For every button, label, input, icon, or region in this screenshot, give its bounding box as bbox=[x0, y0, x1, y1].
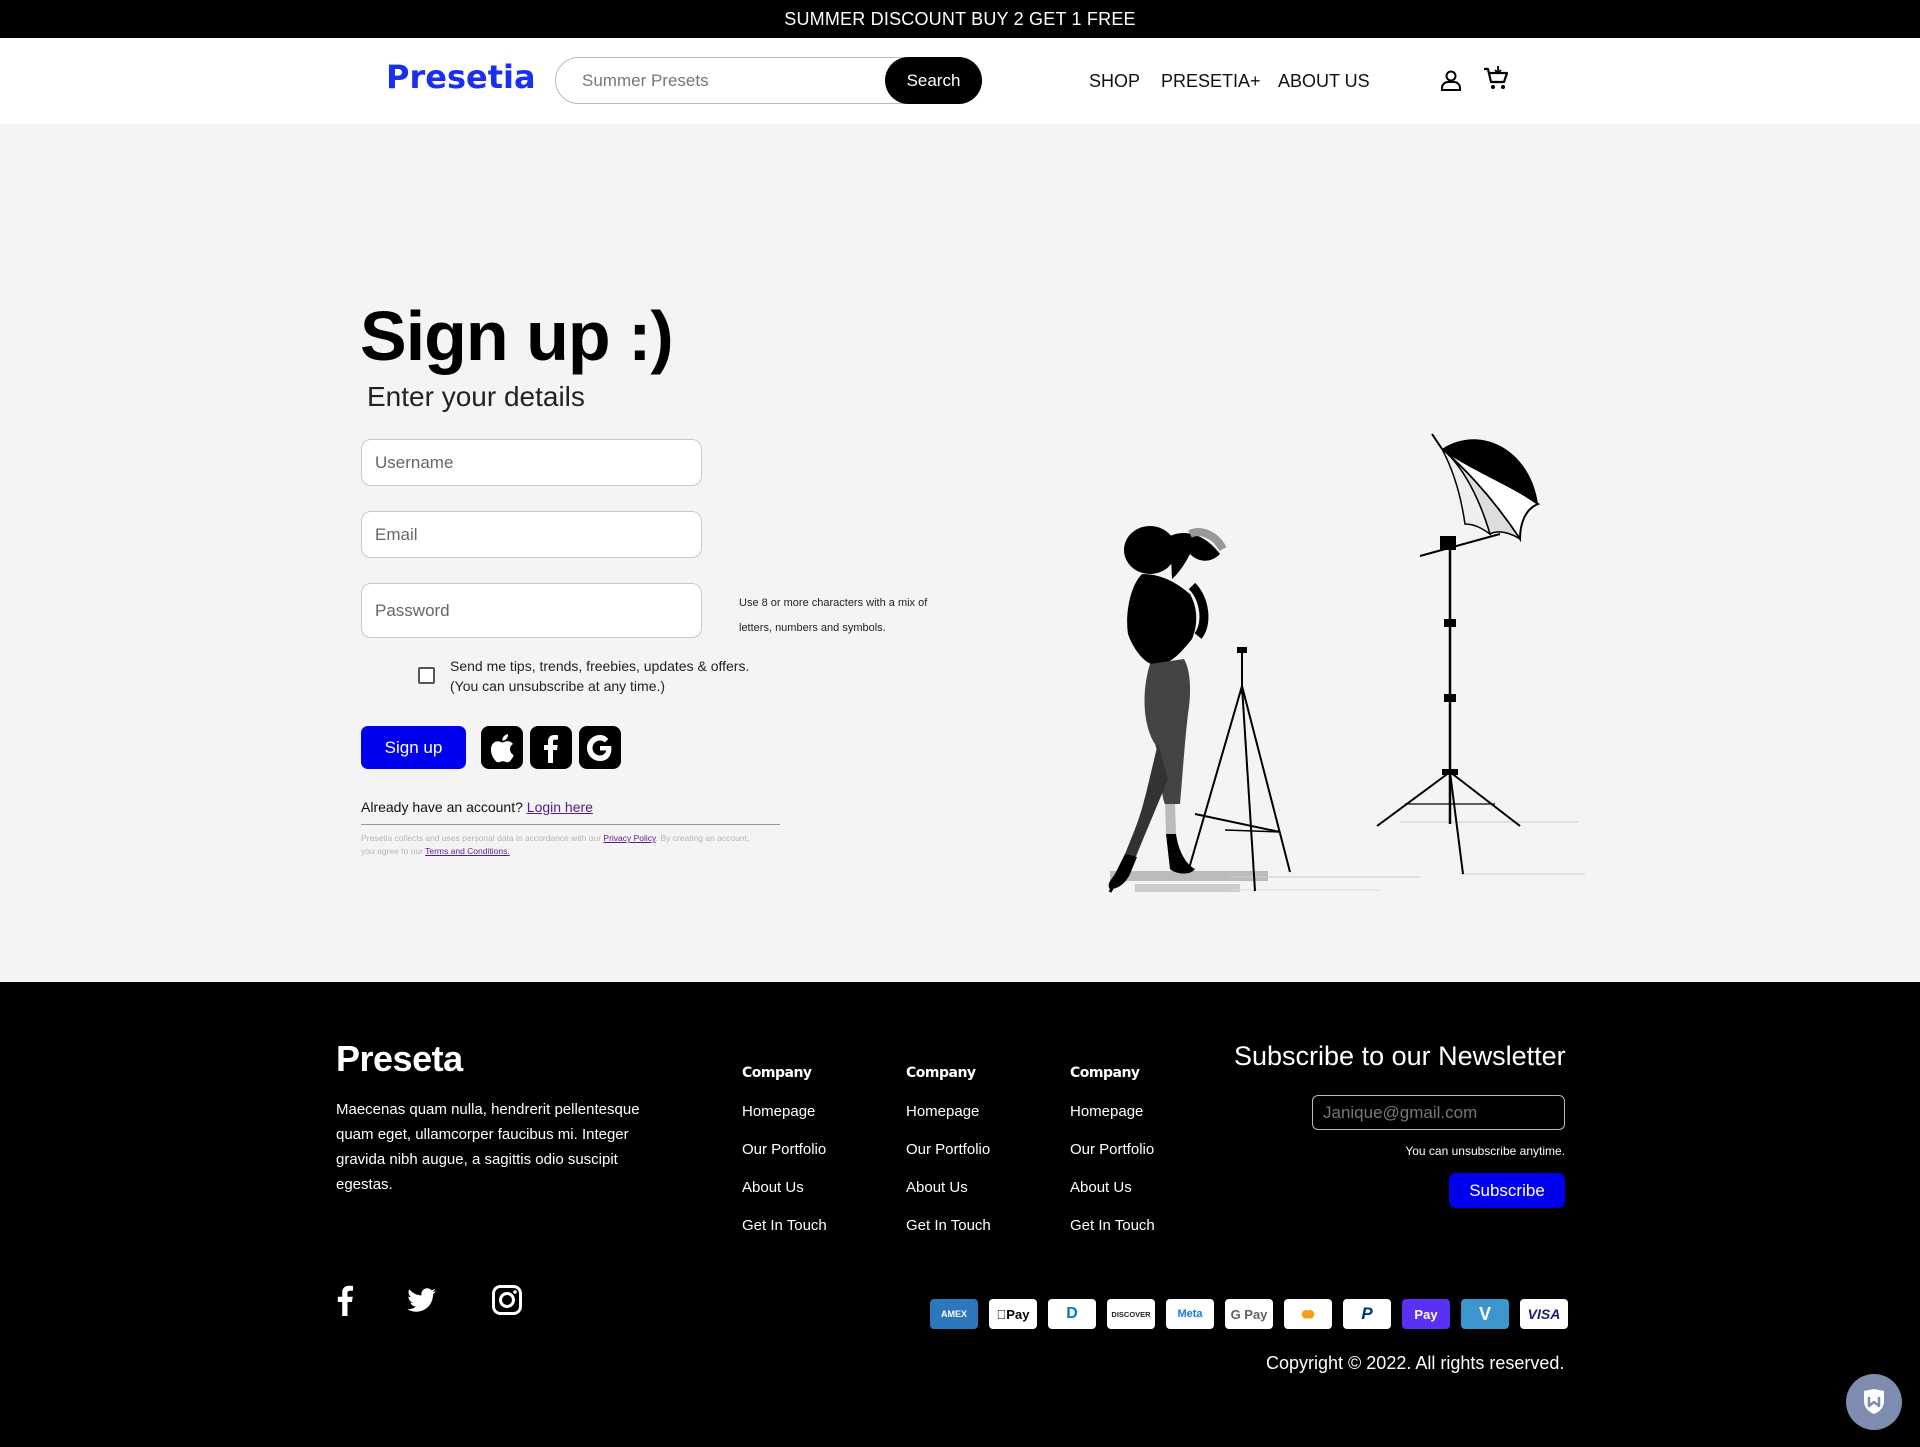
shop-pay-label: Pay bbox=[1414, 1306, 1438, 1322]
instagram-icon[interactable] bbox=[491, 1284, 523, 1316]
promo-banner: SUMMER DISCOUNT BUY 2 GET 1 FREE bbox=[0, 0, 1920, 38]
legal-notice: Presetia collects and uses personal data… bbox=[361, 832, 761, 858]
footer-column-heading: Company bbox=[906, 1065, 976, 1081]
apple-pay-apple-icon:  bbox=[997, 1307, 1007, 1322]
shop-pay-icon: Pay bbox=[1402, 1299, 1450, 1329]
search-bar: Search bbox=[555, 57, 982, 104]
facebook-signin-button[interactable] bbox=[530, 726, 572, 769]
footer-column-heading: Company bbox=[742, 1065, 812, 1081]
footer-column: Company Homepage Our Portfolio About Us … bbox=[1070, 1065, 1155, 1255]
google-pay-icon: G Pay bbox=[1225, 1299, 1273, 1329]
user-icon[interactable] bbox=[1439, 68, 1463, 92]
footer-link-homepage[interactable]: Homepage bbox=[742, 1103, 827, 1120]
diners-club-icon: D bbox=[1048, 1299, 1096, 1329]
newsletter-checkbox-label: Send me tips, trends, freebies, updates … bbox=[450, 656, 780, 696]
password-hint: Use 8 or more characters with a mix of l… bbox=[739, 597, 928, 634]
amex-icon: AMEX bbox=[930, 1299, 978, 1329]
site-footer: Preseta Maecenas quam nulla, hendrerit p… bbox=[0, 982, 1920, 1447]
email-field[interactable] bbox=[361, 511, 702, 558]
footer-link-homepage[interactable]: Homepage bbox=[906, 1103, 991, 1120]
apple-pay-label: Pay bbox=[1001, 1306, 1029, 1322]
shield-icon bbox=[1864, 1389, 1884, 1414]
security-badge[interactable] bbox=[1846, 1374, 1902, 1430]
cart-icon[interactable] bbox=[1482, 64, 1510, 92]
footer-link-portfolio[interactable]: Our Portfolio bbox=[1070, 1141, 1155, 1158]
login-link[interactable]: Login here bbox=[527, 799, 593, 815]
footer-link-about[interactable]: About Us bbox=[1070, 1179, 1155, 1196]
newsletter-note: You can unsubscribe anytime. bbox=[1405, 1144, 1565, 1158]
footer-column-heading: Company bbox=[1070, 1065, 1140, 1081]
footer-link-portfolio[interactable]: Our Portfolio bbox=[906, 1141, 991, 1158]
footer-link-about[interactable]: About Us bbox=[906, 1179, 991, 1196]
payment-methods: AMEX Pay D DISCOVER Meta G Pay ●● P Pay… bbox=[930, 1299, 1568, 1329]
footer-column: Company Homepage Our Portfolio About Us … bbox=[742, 1065, 827, 1255]
newsletter-email-input[interactable] bbox=[1312, 1095, 1565, 1130]
newsletter-checkbox[interactable] bbox=[418, 667, 435, 684]
login-prompt-text: Already have an account? bbox=[361, 799, 523, 815]
search-input[interactable] bbox=[582, 68, 882, 94]
copyright: Copyright © 2022. All rights reserved. bbox=[1266, 1353, 1565, 1373]
visa-icon: VISA bbox=[1520, 1299, 1568, 1329]
footer-description: Maecenas quam nulla, hendrerit pellentes… bbox=[336, 1101, 640, 1193]
signup-button[interactable]: Sign up bbox=[361, 726, 466, 769]
footer-link-portfolio[interactable]: Our Portfolio bbox=[742, 1141, 827, 1158]
nav-presetia-plus[interactable]: PRESETIA+ bbox=[1161, 71, 1261, 92]
apple-icon bbox=[490, 733, 514, 762]
password-field[interactable] bbox=[361, 583, 702, 638]
footer-link-contact[interactable]: Get In Touch bbox=[742, 1217, 827, 1234]
subscribe-button[interactable]: Subscribe bbox=[1449, 1173, 1565, 1208]
google-icon bbox=[587, 734, 612, 761]
meta-pay-icon: Meta bbox=[1166, 1299, 1214, 1329]
site-logo[interactable]: Presetia bbox=[386, 58, 536, 96]
nav-shop[interactable]: SHOP bbox=[1089, 71, 1140, 92]
nav-about-us[interactable]: ABOUT US bbox=[1278, 71, 1370, 92]
legal-text-1: Presetia collects and uses personal data… bbox=[361, 833, 602, 843]
footer-link-homepage[interactable]: Homepage bbox=[1070, 1103, 1155, 1120]
google-signin-button[interactable] bbox=[579, 726, 621, 769]
footer-link-contact[interactable]: Get In Touch bbox=[906, 1217, 991, 1234]
login-prompt: Already have an account? Login here bbox=[361, 799, 593, 815]
footer-link-about[interactable]: About Us bbox=[742, 1179, 827, 1196]
site-header: Presetia Search SHOP PRESETIA+ ABOUT US bbox=[0, 38, 1920, 124]
privacy-policy-link[interactable]: Privacy Policy bbox=[603, 833, 655, 843]
photographer-illustration bbox=[1108, 433, 1585, 893]
venmo-icon: V bbox=[1461, 1299, 1509, 1329]
facebook-icon bbox=[544, 734, 558, 763]
footer-column: Company Homepage Our Portfolio About Us … bbox=[906, 1065, 991, 1255]
checkbox-label-line2: (You can unsubscribe at any time.) bbox=[450, 678, 666, 694]
twitter-icon[interactable] bbox=[407, 1288, 437, 1312]
page-title: Sign up :) bbox=[360, 297, 674, 375]
search-button[interactable]: Search bbox=[885, 57, 982, 104]
divider bbox=[361, 824, 780, 825]
footer-link-contact[interactable]: Get In Touch bbox=[1070, 1217, 1155, 1234]
checkbox-label-line1: Send me tips, trends, freebies, updates … bbox=[450, 658, 750, 674]
paypal-icon: P bbox=[1343, 1299, 1391, 1329]
page-subtitle: Enter your details bbox=[367, 381, 585, 412]
facebook-icon[interactable] bbox=[336, 1284, 354, 1316]
terms-link[interactable]: Terms and Conditions. bbox=[425, 846, 510, 856]
apple-pay-icon: Pay bbox=[989, 1299, 1037, 1329]
signup-section: Sign up :) Enter your details Use 8 or m… bbox=[0, 124, 1920, 982]
mastercard-icon: ●● bbox=[1284, 1299, 1332, 1329]
apple-signin-button[interactable] bbox=[481, 726, 523, 769]
username-field[interactable] bbox=[361, 439, 702, 486]
footer-logo[interactable]: Preseta bbox=[336, 1038, 463, 1080]
discover-icon: DISCOVER bbox=[1107, 1299, 1155, 1329]
newsletter-title: Subscribe to our Newsletter bbox=[1234, 1041, 1566, 1071]
